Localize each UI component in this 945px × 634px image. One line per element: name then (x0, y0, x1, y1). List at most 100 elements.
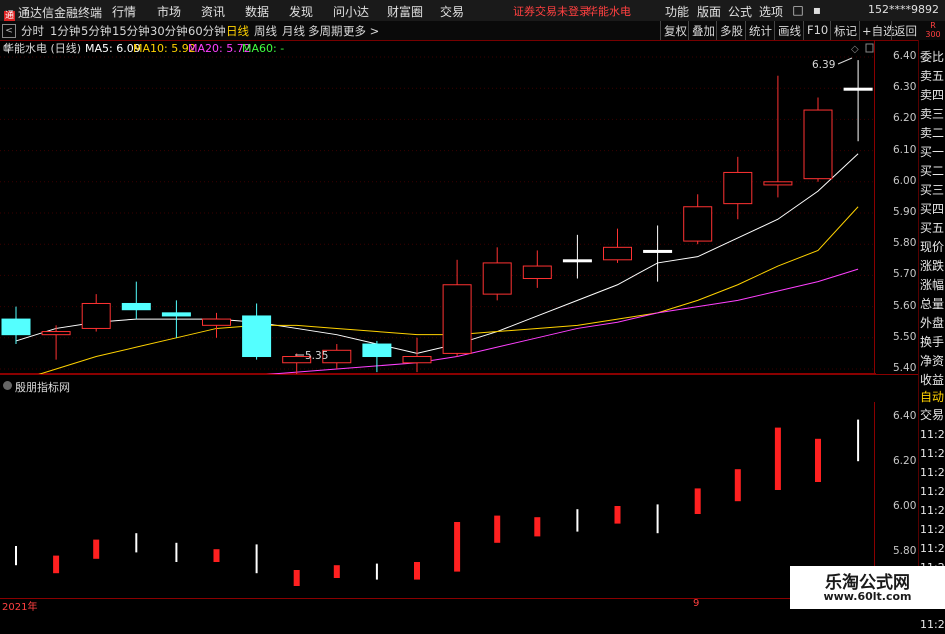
menu-item-ask[interactable]: 问小达 (333, 3, 369, 20)
tab-multi-period[interactable]: 多周期 (308, 23, 343, 39)
tab-30min[interactable]: 30分钟 (150, 23, 188, 39)
candle-body[interactable] (643, 249, 673, 253)
candle-body[interactable] (402, 356, 432, 364)
candle-body[interactable] (81, 302, 111, 329)
candle-body[interactable] (683, 206, 713, 242)
overlay-button[interactable]: 叠加 (692, 23, 715, 39)
turnover-label[interactable]: 换手 (920, 333, 945, 352)
candle-body[interactable] (562, 259, 592, 263)
diamond-icon[interactable]: ◇ (851, 44, 859, 55)
tab-5min[interactable]: 5分钟 (81, 23, 111, 39)
sell5-label[interactable]: 卖五 (920, 67, 945, 86)
tab-daily[interactable]: 日线 (226, 23, 249, 39)
menu-item-exchange[interactable]: 市场 (157, 3, 181, 20)
f10-button[interactable]: F10 (807, 23, 828, 37)
total-volume-label[interactable]: 总量 (920, 295, 945, 314)
draw-line-button[interactable]: 画线 (778, 23, 801, 39)
candle-body[interactable] (442, 284, 472, 354)
sell2-label[interactable]: 卖二 (920, 124, 945, 143)
change-label[interactable]: 涨跌 (920, 257, 945, 276)
price-tick-label: 6.00 (893, 174, 917, 187)
buy4-label[interactable]: 买四 (920, 200, 945, 219)
tab-1min[interactable]: 1分钟 (50, 23, 80, 39)
indicator-tick-label: 6.40 (893, 410, 917, 422)
indicator-bar (53, 555, 60, 574)
trade-label[interactable]: 交易 (920, 406, 945, 425)
tab-more[interactable]: 更多 > (343, 23, 379, 39)
add-watchlist-button[interactable]: +自选 (862, 23, 895, 39)
buy2-label[interactable]: 买二 (920, 162, 945, 181)
indicator-bar (454, 522, 461, 572)
login-warning[interactable]: 证券交易未登录 (513, 3, 590, 19)
menu-item-discover[interactable]: 发现 (289, 3, 313, 20)
net-asset-label[interactable]: 净资 (920, 352, 945, 371)
ma10-label: MA10: 5.92 (133, 42, 196, 55)
ratio-label[interactable]: 委比 (920, 48, 945, 67)
candle-body[interactable] (1, 318, 31, 336)
indicator-chart[interactable] (0, 402, 876, 598)
candle-body[interactable] (121, 302, 151, 311)
candle-body[interactable] (161, 312, 191, 317)
menu-item-wealth[interactable]: 财富圈 (387, 3, 423, 20)
menu-item-function[interactable]: 功能 (665, 3, 689, 20)
user-account[interactable]: 152****9892 (868, 3, 939, 16)
candle-body[interactable] (843, 87, 873, 91)
buy1-label[interactable]: 买一 (920, 143, 945, 162)
window-pin-icon[interactable]: ▪ (808, 2, 826, 18)
candle-body[interactable] (603, 246, 632, 261)
candle-body[interactable] (803, 109, 833, 180)
candle-body[interactable] (202, 318, 231, 326)
toolbar-divider (688, 21, 689, 40)
candle-body[interactable] (242, 315, 272, 358)
indicator-bar (534, 517, 541, 537)
change-pct-label[interactable]: 涨幅 (920, 276, 945, 295)
trade-time-label: 11:29 (920, 504, 945, 517)
sell4-label[interactable]: 卖四 (920, 86, 945, 105)
buy5-label[interactable]: 买五 (920, 219, 945, 238)
candle-body[interactable] (522, 265, 552, 280)
current-price-label[interactable]: 现价 (920, 238, 945, 257)
candle-body[interactable] (723, 171, 753, 205)
window-box-icon[interactable] (865, 43, 874, 53)
menu-item-options[interactable]: 选项 (759, 3, 783, 20)
indicator-bar (815, 438, 821, 482)
tab-intraday[interactable]: 分时 (21, 23, 44, 39)
menu-item-news[interactable]: 资讯 (201, 3, 225, 20)
window-restore-icon[interactable]: □ (789, 2, 807, 18)
menu-item-market[interactable]: 行情 (112, 3, 136, 20)
candle-body[interactable] (482, 262, 512, 295)
candle-body[interactable] (41, 331, 71, 336)
collapse-icon[interactable] (3, 381, 12, 390)
trade-time-label: 11:29 (920, 542, 945, 555)
adjust-button[interactable]: 复权 (664, 23, 687, 39)
sub-panel-header: 殷朋指标网 (0, 378, 876, 396)
tab-weekly[interactable]: 周线 (254, 23, 277, 39)
app-title: 通通达信金融终端 (4, 6, 103, 22)
price-axis: 6.40 6.30 6.20 6.10 6.00 5.90 5.80 5.70 5.60 5.50… (893, 40, 918, 374)
stats-button[interactable]: 统计 (749, 23, 772, 39)
price-tick-label: 5.40 (893, 362, 917, 374)
auto-label[interactable]: 自动 (920, 388, 945, 407)
menu-item-trade[interactable]: 交易 (440, 3, 464, 20)
return-button[interactable]: 返回 (894, 23, 917, 39)
mark-button[interactable]: 标记 (834, 23, 857, 39)
menu-item-data[interactable]: 数据 (245, 3, 269, 20)
price-tick-label: 5.50 (893, 330, 917, 343)
candlestick-chart[interactable]: 华能水电 (日线) MA5: 6.09 MA10: 5.92 MA20: 5.7… (0, 40, 876, 374)
time-axis: 2021年 9 (0, 598, 918, 613)
quote-side-panel: 委比 卖五 卖四 卖三 卖二 买一 买二 买三 买四 买五 现价 涨跌 涨幅 总… (918, 40, 945, 631)
candle-body[interactable] (763, 181, 793, 186)
candle-body[interactable] (362, 343, 392, 358)
tab-60min[interactable]: 60分钟 (188, 23, 226, 39)
outer-volume-label[interactable]: 外盘 (920, 314, 945, 333)
buy3-label[interactable]: 买三 (920, 181, 945, 200)
multi-stock-button[interactable]: 多股 (720, 23, 743, 39)
indicator-bar (135, 533, 138, 553)
trade-time-label: 11:29 (920, 466, 945, 479)
menu-item-formula[interactable]: 公式 (728, 3, 752, 20)
sell3-label[interactable]: 卖三 (920, 105, 945, 124)
menu-item-layout[interactable]: 版面 (697, 3, 721, 20)
tab-15min[interactable]: 15分钟 (112, 23, 150, 39)
tab-monthly[interactable]: 月线 (282, 23, 305, 39)
back-arrow-icon[interactable]: < (2, 24, 16, 38)
